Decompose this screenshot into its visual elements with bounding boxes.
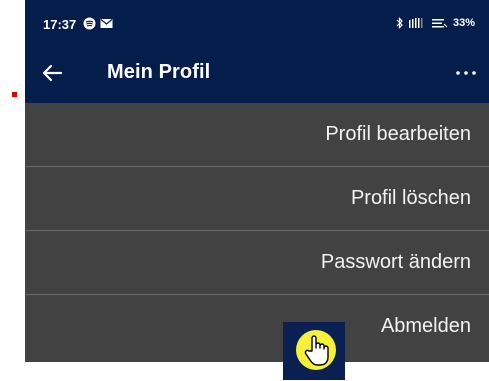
status-bar: 17:37 33% xyxy=(25,0,489,46)
mail-icon xyxy=(100,19,113,28)
wifi-icon xyxy=(431,18,448,27)
menu-item-profil-loeschen[interactable]: Profil löschen xyxy=(25,167,489,231)
menu-item-label: Profil bearbeiten xyxy=(325,123,471,145)
status-right-icons: 33% xyxy=(396,17,475,29)
red-marker xyxy=(12,92,17,97)
menu-item-profil-bearbeiten[interactable]: Profil bearbeiten xyxy=(25,103,489,167)
signal-icon xyxy=(408,17,423,28)
bluetooth-icon xyxy=(396,17,403,29)
menu-item-label: Profil löschen xyxy=(350,187,471,209)
menu-item-abmelden[interactable]: Abmelden xyxy=(25,295,489,359)
menu-item-label: Abmelden xyxy=(380,315,471,337)
hand-pointer-icon xyxy=(304,335,329,366)
battery-percent: 33% xyxy=(452,17,475,29)
tap-indicator xyxy=(283,322,345,380)
phone-screen: 17:37 33% Mein Profil Profil bearbeiten … xyxy=(25,0,489,362)
profile-menu: Profil bearbeiten Profil löschen Passwor… xyxy=(25,103,489,359)
more-horizontal-icon[interactable] xyxy=(451,58,481,88)
app-bar: Mein Profil xyxy=(25,46,489,103)
page-title: Mein Profil xyxy=(107,61,211,83)
spotify-icon xyxy=(83,17,96,30)
screenshot-stage: 17:37 33% Mein Profil Profil bearbeiten … xyxy=(0,0,489,381)
menu-item-passwort-aendern[interactable]: Passwort ändern xyxy=(25,231,489,295)
menu-item-label: Passwort ändern xyxy=(320,251,471,273)
status-time: 17:37 xyxy=(43,17,77,32)
back-arrow-icon[interactable] xyxy=(39,60,65,86)
